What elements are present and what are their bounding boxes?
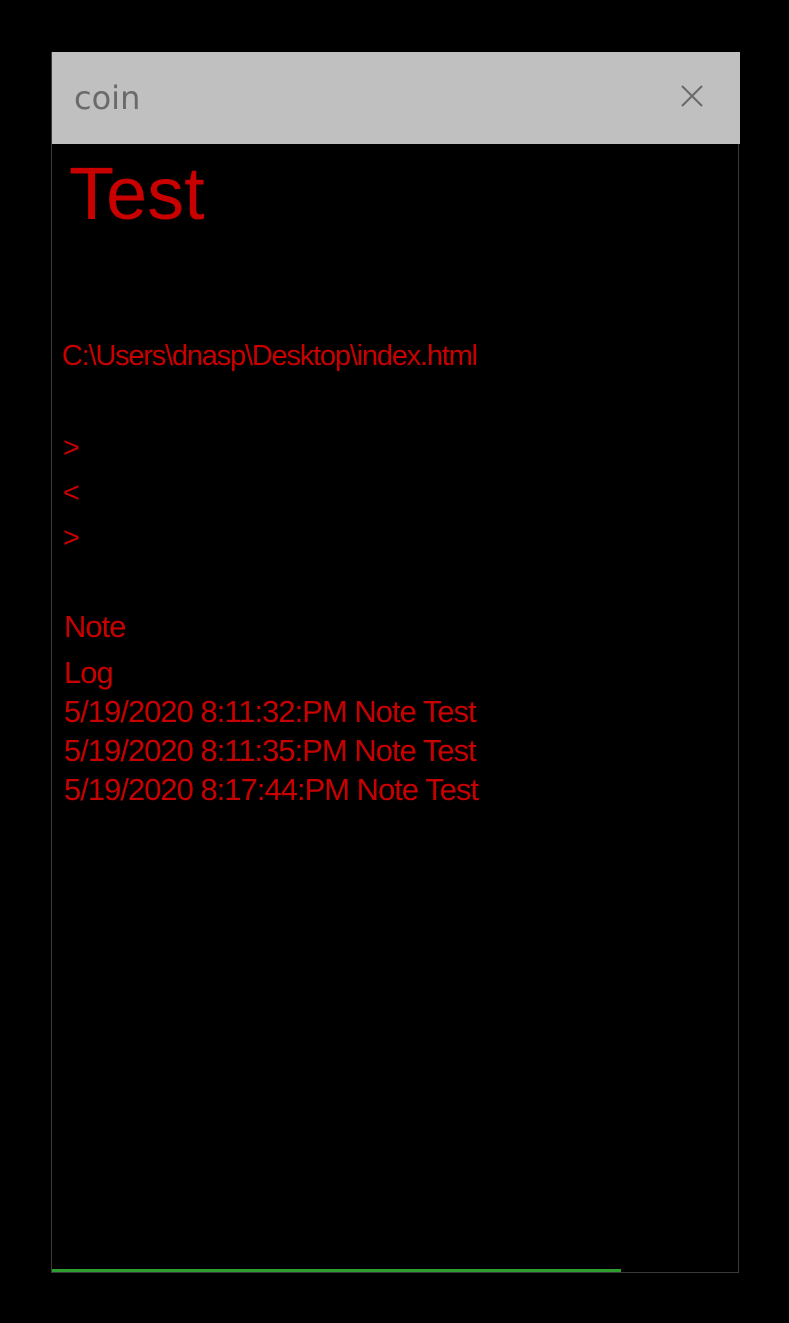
app-window: coin Test C:\Users\dnasp\Desktop\index.h… [51, 52, 740, 1273]
progress-fill [52, 1269, 622, 1272]
forward-button[interactable]: > [63, 430, 93, 466]
log-label: Log [64, 655, 114, 690]
log-entry: 5/19/2020 8:11:35:PM Note Test [64, 733, 477, 768]
file-path-label: C:\Users\dnasp\Desktop\index.html [62, 340, 478, 372]
progress-bar [52, 1269, 738, 1272]
forward-button-2[interactable]: > [63, 520, 93, 556]
note-button[interactable]: Note [64, 609, 126, 645]
back-button[interactable]: < [63, 475, 93, 511]
log-panel: Log 5/19/2020 8:11:32:PM Note Test 5/19/… [64, 654, 479, 809]
log-entry: 5/19/2020 8:11:32:PM Note Test [64, 694, 477, 729]
window-title: coin [74, 79, 141, 117]
title-bar[interactable]: coin [52, 52, 740, 144]
close-button[interactable] [672, 76, 712, 116]
page-heading: Test [69, 152, 205, 235]
close-icon [681, 85, 703, 107]
log-entry: 5/19/2020 8:17:44:PM Note Test [64, 772, 479, 807]
